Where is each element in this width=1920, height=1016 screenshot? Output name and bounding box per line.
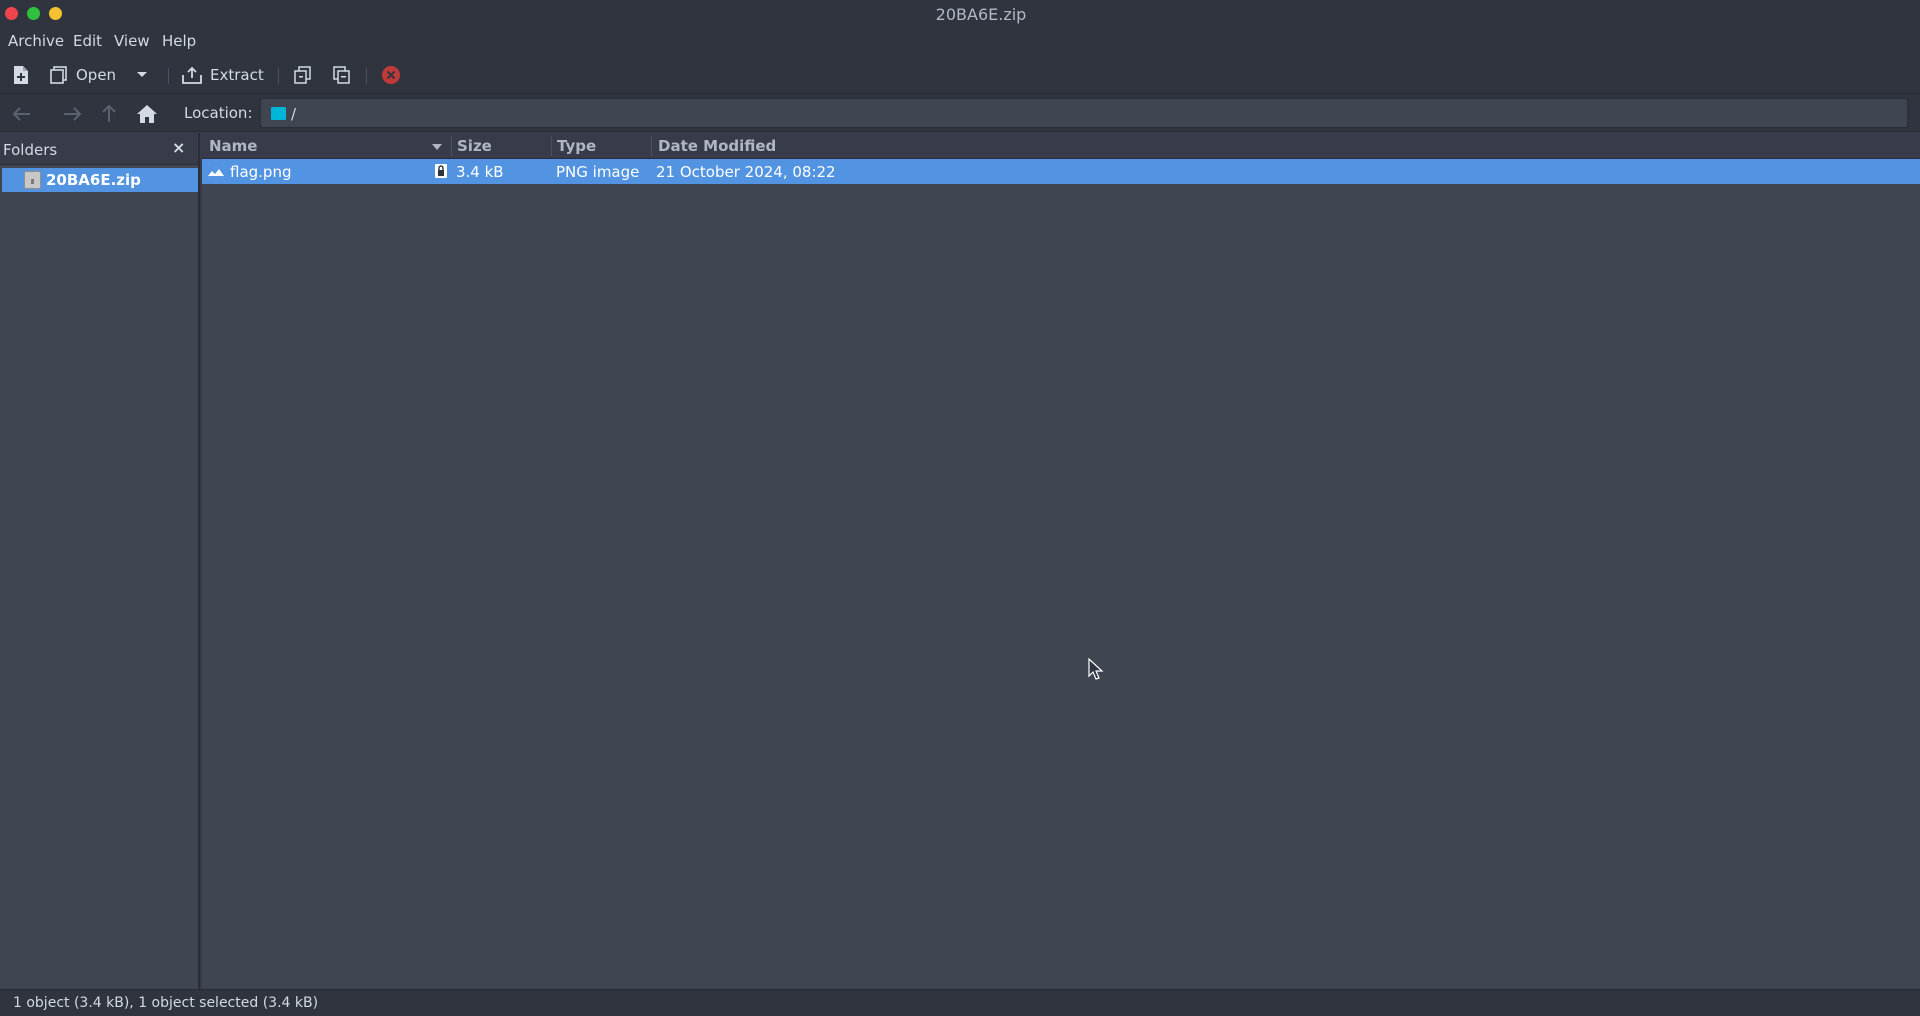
mouse-cursor-icon [1088,658,1104,680]
stop-button[interactable] [381,61,401,89]
location-label: Location: [184,104,253,122]
extract-button[interactable]: Extract [182,61,264,89]
column-header-size[interactable]: Size [457,137,492,155]
image-file-icon [208,164,224,178]
menu-archive[interactable]: Archive [8,32,64,50]
extract-label: Extract [210,66,264,84]
add-files-button[interactable] [294,61,312,89]
home-icon [137,105,157,123]
chevron-down-icon [137,72,147,77]
new-archive-button[interactable] [12,61,30,89]
stop-icon [382,66,400,84]
file-type: PNG image [556,163,640,181]
menu-edit[interactable]: Edit [73,32,102,50]
toolbar-separator [278,68,279,84]
back-button[interactable] [10,102,34,126]
tree-item-archive[interactable]: 20BA6E.zip [2,168,198,192]
file-list: Name Size Type Date Modified flag.png 3.… [202,133,1920,989]
status-text: 1 object (3.4 kB), 1 object selected (3.… [13,995,319,1011]
title-bar: 20BA6E.zip [0,0,1920,28]
add-folder-button[interactable] [332,61,350,89]
extract-icon [182,66,202,84]
column-separator[interactable] [451,136,452,156]
archive-icon [24,171,41,189]
column-header-date-modified[interactable]: Date Modified [658,137,776,155]
column-separator[interactable] [651,136,652,156]
close-icon[interactable]: × [172,138,185,157]
status-bar: 1 object (3.4 kB), 1 object selected (3.… [0,989,1920,1016]
folder-icon [271,107,286,120]
window-title: 20BA6E.zip [935,5,1027,24]
archive-manager-window: 20BA6E.zip Archive Edit View Help Open E… [0,0,1920,1016]
lock-icon [435,164,447,178]
arrow-left-icon [12,107,30,121]
column-header-name[interactable]: Name [209,137,257,155]
menu-bar: Archive Edit View Help [0,28,1920,56]
tree-item-label: 20BA6E.zip [46,171,141,189]
sidebar-title: Folders [3,141,58,159]
location-field[interactable]: / [260,98,1908,128]
location-value: / [291,105,297,123]
open-dropdown-button[interactable] [136,61,148,89]
sort-descending-icon [432,144,442,150]
folders-sidebar: Folders × 20BA6E.zip [0,133,200,989]
sidebar-header: Folders × [0,133,198,165]
add-files-icon [294,66,311,84]
up-button[interactable] [97,102,121,126]
toolbar-separator [168,68,169,84]
arrow-right-icon [64,107,82,121]
arrow-up-icon [102,104,116,122]
column-header-type[interactable]: Type [557,137,596,155]
forward-button[interactable] [60,102,84,126]
menu-help[interactable]: Help [162,32,196,50]
table-row[interactable]: flag.png 3.4 kB PNG image 21 October 202… [202,159,1920,184]
file-size: 3.4 kB [456,163,504,181]
location-bar: Location: / [0,94,1920,132]
add-folder-icon [333,66,350,84]
home-button[interactable] [135,102,159,126]
open-button[interactable]: Open [50,61,116,89]
file-date-modified: 21 October 2024, 08:22 [656,163,836,181]
toolbar-separator [366,68,367,84]
column-separator[interactable] [551,136,552,156]
file-name: flag.png [230,163,292,181]
open-label: Open [76,66,117,84]
menu-view[interactable]: View [114,32,150,50]
open-archive-icon [50,66,67,84]
list-header: Name Size Type Date Modified [202,133,1920,159]
toolbar: Open Extract [0,56,1920,94]
new-archive-icon [14,66,28,84]
